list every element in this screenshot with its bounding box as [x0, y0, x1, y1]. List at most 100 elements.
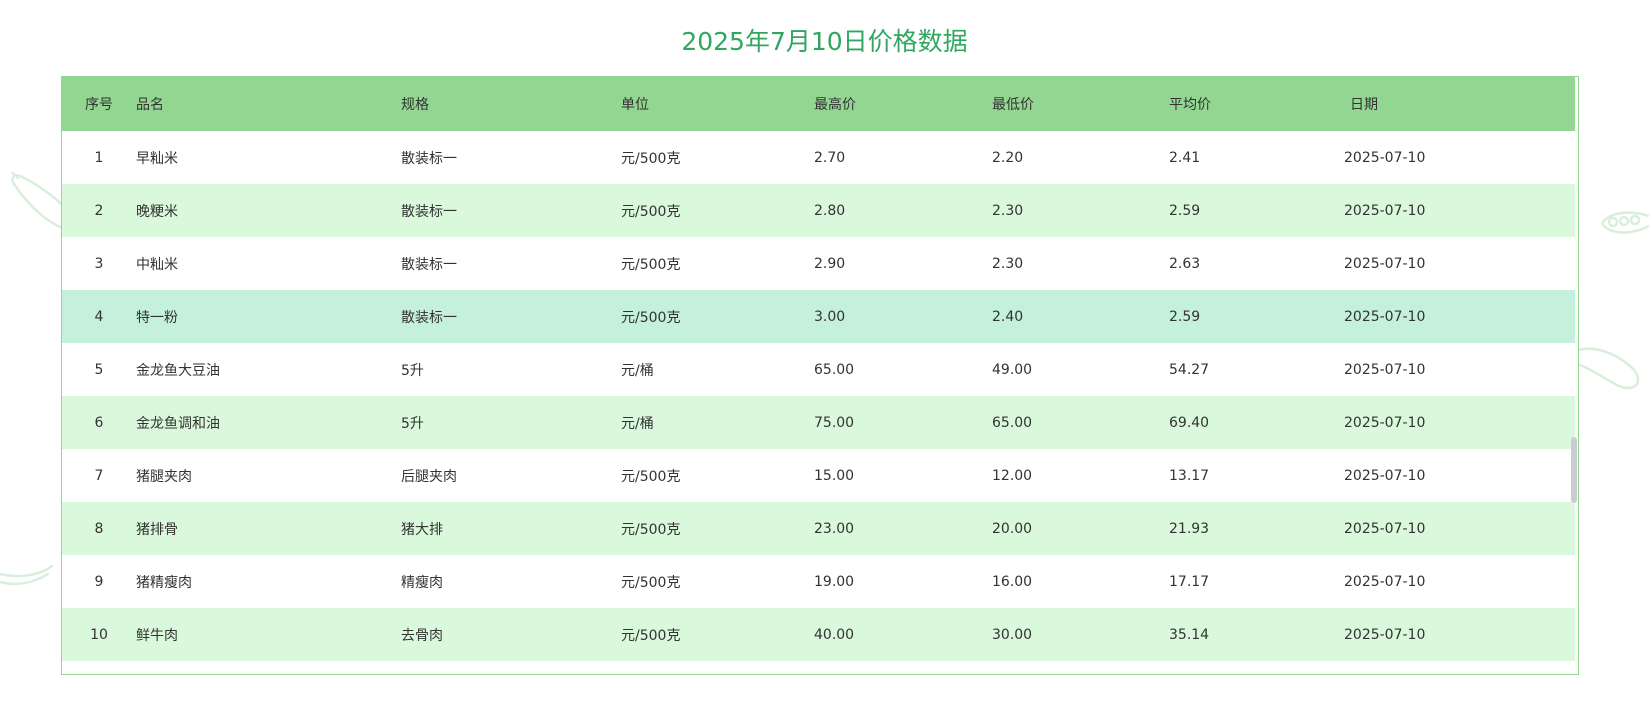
- cell-date: 2025-07-10: [1344, 149, 1426, 166]
- cell-unit: 元/500克: [621, 150, 681, 167]
- cell-spec: 精瘦肉: [401, 574, 443, 591]
- column-header-index[interactable]: 序号: [62, 77, 136, 131]
- cell-spec: 后腿夹肉: [401, 468, 457, 485]
- cell-avg-price: 17.17: [1169, 573, 1210, 590]
- table-row[interactable]: 3 中籼米 散装标一 元/500克 2.90 2.30 2.63 2025-07-10: [62, 237, 1575, 290]
- column-header-product[interactable]: 品名: [136, 77, 401, 131]
- cell-date: 2025-07-10: [1344, 414, 1426, 431]
- cell-spec: 散装标一: [401, 309, 457, 326]
- cell-date: 2025-07-10: [1344, 626, 1426, 643]
- cell-max-price: 3.00: [814, 308, 846, 325]
- cell-avg-price: 54.27: [1169, 361, 1210, 378]
- cell-unit: 元/500克: [621, 627, 681, 644]
- cell-avg-price: 2.59: [1169, 202, 1201, 219]
- cell-min-price: 16.00: [992, 573, 1033, 590]
- price-table-container[interactable]: 序号 品名 规格 单位 最高价 最低价 平均价 日期 1 早籼米 散装标一 元/500…: [61, 76, 1579, 675]
- cell-avg-price: 35.14: [1169, 626, 1210, 643]
- cell-min-price: 30.00: [992, 626, 1033, 643]
- cell-unit: 元/桶: [621, 415, 654, 432]
- cell-max-price: 40.00: [814, 626, 855, 643]
- cell-product-name: 特一粉: [136, 309, 178, 326]
- cell-index: 6: [94, 414, 104, 431]
- cell-max-price: 15.00: [814, 467, 855, 484]
- cell-index: 9: [94, 573, 104, 590]
- chili-pepper-icon: [0, 564, 54, 586]
- cell-unit: 元/桶: [621, 362, 654, 379]
- cell-product-name: 晚粳米: [136, 203, 178, 220]
- cell-avg-price: 13.17: [1169, 467, 1210, 484]
- cell-min-price: 2.40: [992, 308, 1024, 325]
- cell-spec: 去骨肉: [401, 627, 443, 644]
- cell-index: 5: [94, 361, 104, 378]
- table-scrollbar[interactable]: [1571, 131, 1577, 674]
- cell-spec: 散装标一: [401, 256, 457, 273]
- cell-max-price: 2.90: [814, 255, 846, 272]
- cell-index: 10: [90, 626, 108, 643]
- table-row[interactable]: 6 金龙鱼调和油 5升 元/桶 75.00 65.00 69.40 2025-07-10: [62, 396, 1575, 449]
- cell-product-name: 猪腿夹肉: [136, 468, 192, 485]
- cell-min-price: 2.30: [992, 202, 1024, 219]
- cell-index: 2: [94, 202, 104, 219]
- cell-min-price: 2.30: [992, 255, 1024, 272]
- cell-unit: 元/500克: [621, 521, 681, 538]
- cell-product-name: 猪排骨: [136, 521, 178, 538]
- scrollbar-thumb[interactable]: [1571, 437, 1577, 503]
- cell-max-price: 2.70: [814, 149, 846, 166]
- cell-date: 2025-07-10: [1344, 308, 1426, 325]
- cell-date: 2025-07-10: [1344, 255, 1426, 272]
- cell-unit: 元/500克: [621, 309, 681, 326]
- cell-product-name: 金龙鱼大豆油: [136, 362, 220, 379]
- cell-max-price: 19.00: [814, 573, 855, 590]
- column-header-max-price[interactable]: 最高价: [814, 77, 992, 131]
- column-header-spec[interactable]: 规格: [401, 77, 621, 131]
- cell-product-name: 中籼米: [136, 256, 178, 273]
- column-header-min-price[interactable]: 最低价: [992, 77, 1169, 131]
- cell-index: 8: [94, 520, 104, 537]
- cell-avg-price: 2.59: [1169, 308, 1201, 325]
- cell-date: 2025-07-10: [1344, 361, 1426, 378]
- cell-unit: 元/500克: [621, 468, 681, 485]
- column-header-unit[interactable]: 单位: [621, 77, 814, 131]
- cell-min-price: 12.00: [992, 467, 1033, 484]
- cell-date: 2025-07-10: [1344, 573, 1426, 590]
- cell-avg-price: 21.93: [1169, 520, 1210, 537]
- table-row[interactable]: 7 猪腿夹肉 后腿夹肉 元/500克 15.00 12.00 13.17 2025-07-10: [62, 449, 1575, 502]
- cell-max-price: 75.00: [814, 414, 855, 431]
- table-row[interactable]: 9 猪精瘦肉 精瘦肉 元/500克 19.00 16.00 17.17 2025-07-10: [62, 555, 1575, 608]
- cell-min-price: 49.00: [992, 361, 1033, 378]
- cell-product-name: 早籼米: [136, 150, 178, 167]
- cell-date: 2025-07-10: [1344, 467, 1426, 484]
- cell-min-price: 2.20: [992, 149, 1024, 166]
- cell-date: 2025-07-10: [1344, 202, 1426, 219]
- table-header-row: 序号 品名 规格 单位 最高价 最低价 平均价 日期: [62, 77, 1575, 131]
- cell-spec: 猪大排: [401, 521, 443, 538]
- table-row[interactable]: 2 晚粳米 散装标一 元/500克 2.80 2.30 2.59 2025-07-10: [62, 184, 1575, 237]
- column-header-date[interactable]: 日期: [1344, 77, 1575, 131]
- column-header-avg-price[interactable]: 平均价: [1169, 77, 1344, 131]
- cell-unit: 元/500克: [621, 574, 681, 591]
- cell-date: 2025-07-10: [1344, 520, 1426, 537]
- cell-product-name: 猪精瘦肉: [136, 574, 192, 591]
- cell-index: 1: [94, 149, 104, 166]
- cell-unit: 元/500克: [621, 256, 681, 273]
- cell-index: 3: [94, 255, 104, 272]
- cell-max-price: 65.00: [814, 361, 855, 378]
- table-row[interactable]: 5 金龙鱼大豆油 5升 元/桶 65.00 49.00 54.27 2025-07-10: [62, 343, 1575, 396]
- eggplant-icon: [1578, 347, 1640, 390]
- cell-product-name: 鲜牛肉: [136, 627, 178, 644]
- table-row[interactable]: 1 早籼米 散装标一 元/500克 2.70 2.20 2.41 2025-07-10: [62, 131, 1575, 184]
- table-row[interactable]: 4 特一粉 散装标一 元/500克 3.00 2.40 2.59 2025-07-10: [62, 290, 1575, 343]
- cell-product-name: 金龙鱼调和油: [136, 415, 220, 432]
- cell-min-price: 65.00: [992, 414, 1033, 431]
- table-row[interactable]: 8 猪排骨 猪大排 元/500克 23.00 20.00 21.93 2025-07-10: [62, 502, 1575, 555]
- cell-unit: 元/500克: [621, 203, 681, 220]
- cell-spec: 散装标一: [401, 203, 457, 220]
- cell-index: 7: [94, 467, 104, 484]
- cell-max-price: 23.00: [814, 520, 855, 537]
- page-title: 2025年7月10日价格数据: [681, 27, 968, 56]
- cell-spec: 5升: [401, 415, 424, 432]
- table-row[interactable]: 10 鲜牛肉 去骨肉 元/500克 40.00 30.00 35.14 2025-07-10: [62, 608, 1575, 661]
- pea-pod-icon: [1600, 211, 1649, 234]
- cell-spec: 5升: [401, 362, 424, 379]
- cell-index: 4: [94, 308, 104, 325]
